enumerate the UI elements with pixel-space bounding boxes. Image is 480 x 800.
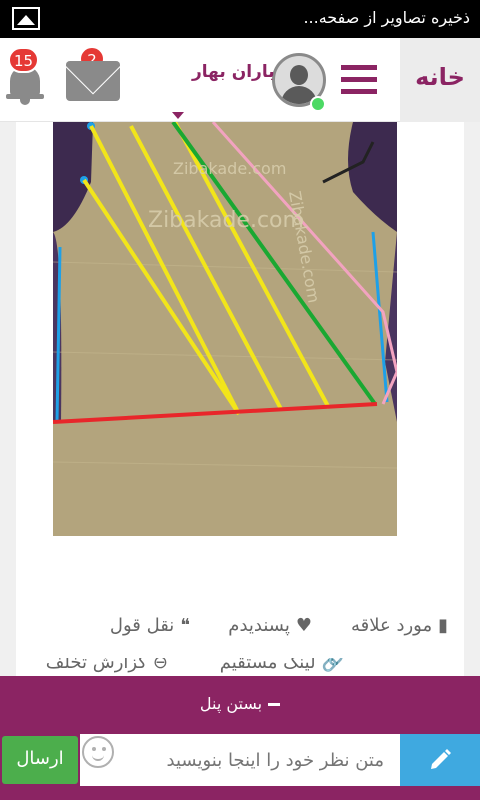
online-status-dot: [310, 96, 326, 112]
edit-button[interactable]: [400, 734, 480, 786]
watermark-text: Zibakade.com: [148, 208, 304, 233]
comment-panel: بستن پنل ارسال: [0, 676, 480, 800]
pattern-photo[interactable]: Zibakade.com Zibakade.com Zibakade.com: [53, 122, 397, 536]
heart-icon: ♥: [295, 615, 312, 636]
image-icon: [12, 7, 40, 30]
emoji-icon[interactable]: [82, 736, 114, 768]
hamburger-menu-icon[interactable]: [341, 65, 377, 95]
status-bar: ذخیره تصاویر از صفحه...: [0, 0, 480, 38]
watermark-text: Zibakade.com: [173, 159, 286, 178]
post-content: Zibakade.com Zibakade.com Zibakade.com ▮…: [16, 122, 464, 678]
minus-icon: [268, 703, 281, 706]
user-name[interactable]: باران بهار: [192, 62, 275, 82]
notification-count-badge: 15: [8, 47, 40, 73]
send-button[interactable]: ارسال: [2, 736, 78, 784]
post-actions: ▮مورد علاقه ♥پسندیدم ❝نقل قول: [16, 615, 464, 645]
quote-icon: ❝: [180, 615, 190, 636]
app-header: خانه باران بهار 2 15: [0, 38, 480, 122]
status-notification-text: ذخیره تصاویر از صفحه...: [303, 8, 470, 27]
pattern-illustration: Zibakade.com Zibakade.com Zibakade.com: [53, 122, 397, 536]
report-action[interactable]: ⊖گزارش تخلف: [46, 658, 168, 673]
chevron-down-icon[interactable]: [172, 112, 184, 119]
like-action[interactable]: ♥پسندیدم: [228, 615, 312, 636]
close-panel-button[interactable]: بستن پنل: [0, 676, 480, 734]
link-icon: 🔗: [321, 658, 344, 673]
permalink-action[interactable]: 🔗لینک مستقیم: [220, 658, 344, 673]
bookmark-icon: ▮: [438, 615, 448, 636]
home-tab[interactable]: خانه: [400, 38, 480, 122]
minus-circle-icon: ⊖: [152, 658, 168, 673]
favorite-action[interactable]: ▮مورد علاقه: [351, 615, 448, 636]
mail-icon[interactable]: [66, 61, 120, 101]
pencil-icon: [431, 749, 451, 769]
quote-action[interactable]: ❝نقل قول: [110, 615, 190, 636]
comment-input[interactable]: [80, 734, 400, 786]
post-actions-secondary: 🔗لینک مستقیم ⊖گزارش تخلف: [16, 658, 464, 678]
